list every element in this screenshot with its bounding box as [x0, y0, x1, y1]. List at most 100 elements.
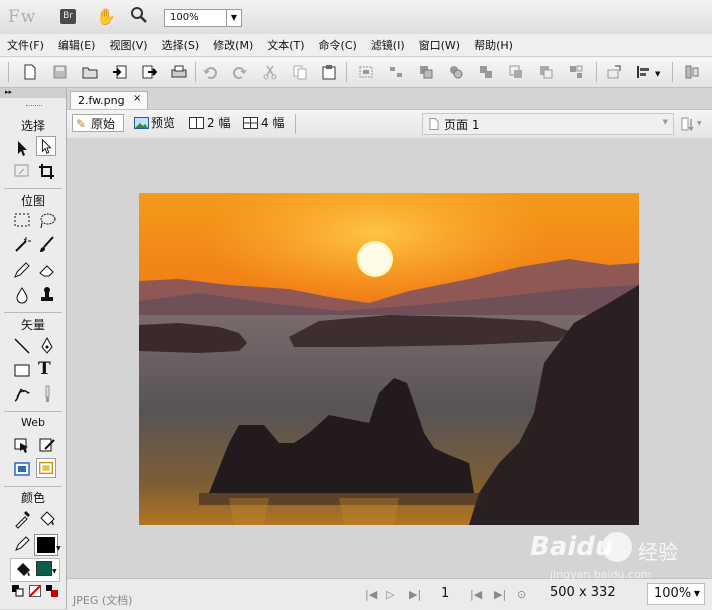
- no-color-icon[interactable]: [29, 585, 41, 597]
- page-options-arrow[interactable]: ▼: [697, 120, 702, 127]
- eraser-tool-icon[interactable]: [37, 260, 57, 280]
- open-folder-icon[interactable]: [82, 64, 98, 80]
- brush-tool-icon[interactable]: [37, 235, 57, 255]
- redo-icon[interactable]: [232, 64, 248, 80]
- paste-icon[interactable]: [321, 64, 337, 80]
- zoom-icon[interactable]: [130, 6, 148, 24]
- copy-icon[interactable]: [292, 64, 308, 80]
- menu-commands[interactable]: 命令(C): [312, 37, 364, 53]
- align-dropdown-arrow[interactable]: ▼: [655, 70, 660, 78]
- pen-tool-icon[interactable]: [37, 336, 57, 356]
- lasso-tool-icon[interactable]: [37, 211, 57, 231]
- split-icon[interactable]: [448, 64, 464, 80]
- paint-bucket-tool-icon[interactable]: [37, 509, 57, 529]
- text-tool-icon[interactable]: T: [38, 359, 58, 379]
- import-icon[interactable]: [112, 64, 128, 80]
- menu-bar: 文件(F) 编辑(E) 视图(V) 选择(S) 修改(M) 文本(T) 命令(C…: [0, 34, 712, 57]
- knife-tool-icon[interactable]: [37, 384, 57, 404]
- tab-4-up[interactable]: 4 幅: [243, 114, 289, 132]
- join-icon[interactable]: [418, 64, 434, 80]
- first-page-icon[interactable]: |◀: [365, 588, 377, 601]
- prev-frame-icon[interactable]: |◀: [470, 588, 482, 601]
- subselection-tool-icon[interactable]: [36, 136, 56, 156]
- tab-original[interactable]: ✎ 原始: [72, 114, 124, 132]
- pencil-tool-icon[interactable]: [12, 260, 32, 280]
- cut-icon[interactable]: [262, 64, 278, 80]
- rubber-stamp-tool-icon[interactable]: [37, 285, 57, 305]
- undo-icon[interactable]: [202, 64, 218, 80]
- close-icon[interactable]: ×: [133, 93, 141, 104]
- hotspot-tool-icon[interactable]: [12, 435, 32, 455]
- page-options-icon[interactable]: [680, 116, 696, 132]
- union-icon[interactable]: [478, 64, 494, 80]
- stroke-swatch-arrow[interactable]: ▼: [56, 545, 61, 552]
- line-tool-icon[interactable]: [12, 336, 32, 356]
- rectangle-tool-icon[interactable]: [12, 360, 32, 380]
- crop-tool-icon[interactable]: [37, 162, 57, 182]
- tab-preview[interactable]: 预览: [134, 114, 182, 132]
- new-document-icon[interactable]: [22, 64, 38, 80]
- intersect-icon[interactable]: [508, 64, 524, 80]
- last-page-icon[interactable]: ▶|: [409, 588, 421, 601]
- play-icon[interactable]: ▷: [386, 588, 394, 601]
- menu-filters[interactable]: 滤镜(I): [364, 37, 412, 53]
- menu-select[interactable]: 选择(S): [155, 37, 207, 53]
- export-icon[interactable]: [141, 64, 157, 80]
- section-select: 选择: [20, 119, 45, 133]
- freeform-tool-icon[interactable]: [12, 384, 32, 404]
- ungroup-icon[interactable]: [388, 64, 404, 80]
- marquee-tool-icon[interactable]: [12, 211, 32, 231]
- main-toolbar: ▼: [0, 57, 712, 88]
- swap-colors-icon[interactable]: [45, 584, 59, 598]
- menu-edit[interactable]: 编辑(E): [51, 37, 103, 53]
- page-select[interactable]: 页面 1 ▼: [422, 113, 674, 135]
- hand-icon[interactable]: ✋: [96, 7, 116, 26]
- section-vector: 矢量: [20, 318, 45, 332]
- fireworks-logo: Fw: [8, 7, 37, 27]
- save-icon[interactable]: [52, 64, 68, 80]
- menu-help[interactable]: 帮助(H): [467, 37, 520, 53]
- next-frame-icon[interactable]: ▶|: [494, 588, 506, 601]
- pointer-tool-icon[interactable]: [12, 138, 32, 158]
- tab-2-up[interactable]: 2 幅: [189, 114, 235, 132]
- fill-color-swatch[interactable]: [36, 561, 52, 576]
- crop-shape-icon[interactable]: [568, 64, 584, 80]
- magic-wand-tool-icon[interactable]: [12, 235, 32, 255]
- status-zoom-select[interactable]: 100% ▼: [647, 583, 705, 605]
- tab-4-up-label: 4 幅: [261, 116, 285, 130]
- hide-slices-icon[interactable]: [12, 459, 32, 479]
- menu-file[interactable]: 文件(F): [0, 37, 51, 53]
- default-colors-icon[interactable]: [12, 585, 24, 597]
- toolbar-separator: [195, 62, 196, 82]
- group-icon[interactable]: [358, 64, 374, 80]
- menu-window[interactable]: 窗口(W): [412, 37, 467, 53]
- bridge-button[interactable]: Br: [60, 9, 76, 24]
- slice-tool-icon[interactable]: [37, 435, 57, 455]
- scale-tool-icon[interactable]: [12, 162, 32, 182]
- menu-modify[interactable]: 修改(M): [206, 37, 260, 53]
- chevron-down-icon: ▼: [662, 118, 668, 126]
- punch-icon[interactable]: [538, 64, 554, 80]
- loop-icon[interactable]: ⊙: [517, 588, 526, 601]
- zoom-level-value: 100%: [170, 12, 199, 23]
- show-slices-icon[interactable]: [36, 458, 56, 478]
- menu-text[interactable]: 文本(T): [260, 37, 311, 53]
- zoom-level-select[interactable]: 100% ▼: [164, 9, 242, 27]
- stroke-color-swatch[interactable]: [34, 534, 58, 556]
- stroke-color-pencil-icon[interactable]: [12, 534, 32, 554]
- canvas-size: 500 x 332: [550, 585, 616, 600]
- document-tab[interactable]: 2.fw.png ×: [70, 91, 148, 110]
- eyedropper-tool-icon[interactable]: [12, 509, 32, 529]
- distribute-icon[interactable]: [684, 64, 700, 80]
- collapse-icon[interactable]: ▸▸: [5, 88, 12, 96]
- align-icon[interactable]: [636, 64, 652, 80]
- rotate-icon[interactable]: [606, 64, 622, 80]
- divider: [4, 411, 62, 412]
- fill-swatch-arrow[interactable]: ▼: [52, 568, 57, 575]
- divider: [4, 312, 62, 313]
- print-icon[interactable]: [171, 64, 187, 80]
- sunset-photo[interactable]: [139, 193, 639, 525]
- fill-bucket-icon[interactable]: [13, 560, 33, 580]
- blur-tool-icon[interactable]: [12, 285, 32, 305]
- menu-view[interactable]: 视图(V): [102, 37, 154, 53]
